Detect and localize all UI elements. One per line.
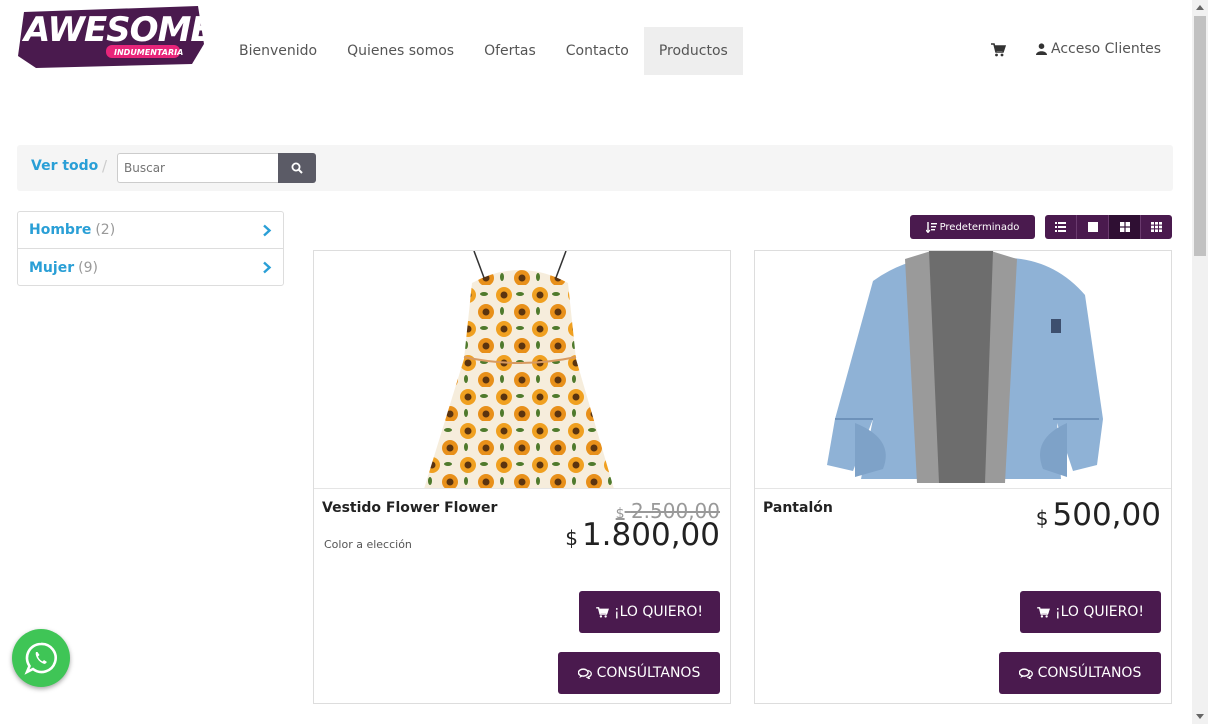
product-card: Vestido Flower Flower Color a elección $… bbox=[313, 250, 731, 704]
whatsapp-icon bbox=[24, 642, 57, 675]
comments-icon bbox=[1018, 667, 1033, 679]
consult-button[interactable]: CONSÚLTANOS bbox=[558, 652, 720, 694]
user-icon bbox=[1036, 43, 1047, 55]
main-nav: Bienvenido Quienes somos Ofertas Contact… bbox=[224, 27, 743, 75]
svg-text:INDUMENTARIA: INDUMENTARIA bbox=[114, 48, 183, 57]
buy-button-label: ¡LO QUIERO! bbox=[1055, 604, 1144, 620]
scroll-down-arrow-icon[interactable] bbox=[1196, 714, 1204, 719]
category-name: Mujer bbox=[29, 259, 75, 276]
product-price: $1.800,00 bbox=[565, 517, 720, 553]
comments-icon bbox=[577, 667, 592, 679]
page: AWESOME INDUMENTARIA Bienvenido Quienes … bbox=[0, 0, 1208, 724]
sort-icon bbox=[925, 221, 937, 233]
price-value: 500,00 bbox=[1052, 497, 1161, 533]
view-toggle-group bbox=[1045, 215, 1172, 239]
breadcrumb: Ver todo / bbox=[17, 145, 1173, 191]
consult-button[interactable]: CONSÚLTANOS bbox=[999, 652, 1161, 694]
nav-item-bienvenido[interactable]: Bienvenido bbox=[224, 27, 332, 75]
single-view-icon bbox=[1087, 222, 1098, 232]
grid-view-button[interactable] bbox=[1109, 215, 1141, 239]
breadcrumb-separator: / bbox=[102, 157, 108, 175]
buy-button[interactable]: ¡LO QUIERO! bbox=[1020, 591, 1161, 633]
buy-button-label: ¡LO QUIERO! bbox=[614, 604, 703, 620]
nav-item-ofertas[interactable]: Ofertas bbox=[469, 27, 551, 75]
category-item-hombre[interactable]: Hombre (2) bbox=[18, 212, 283, 249]
search-icon bbox=[291, 162, 303, 174]
sort-label: Predeterminado bbox=[939, 221, 1020, 233]
price-currency: $ bbox=[1035, 506, 1049, 530]
category-sidebar: Hombre (2) Mujer (9) bbox=[17, 211, 284, 286]
cart-icon bbox=[1037, 606, 1050, 618]
product-name[interactable]: Pantalón bbox=[763, 500, 833, 516]
price-currency: $ bbox=[565, 526, 578, 550]
sort-dropdown[interactable]: Predeterminado bbox=[910, 215, 1035, 239]
cart-icon bbox=[596, 606, 609, 618]
category-count: (2) bbox=[95, 222, 116, 238]
client-access-label: Acceso Clientes bbox=[1051, 41, 1162, 57]
nav-item-contacto[interactable]: Contacto bbox=[551, 27, 644, 75]
category-item-mujer[interactable]: Mujer (9) bbox=[18, 249, 283, 286]
product-image[interactable] bbox=[755, 251, 1171, 489]
nav-item-quienes-somos[interactable]: Quienes somos bbox=[332, 27, 469, 75]
product-price: $500,00 bbox=[1036, 497, 1161, 533]
single-view-button[interactable] bbox=[1077, 215, 1109, 239]
cart-icon[interactable] bbox=[990, 42, 1006, 58]
dense-grid-view-button[interactable] bbox=[1141, 215, 1172, 239]
scrollbar-thumb[interactable] bbox=[1194, 16, 1206, 256]
product-name[interactable]: Vestido Flower Flower bbox=[322, 500, 497, 516]
chevron-right-icon bbox=[263, 261, 272, 274]
category-name: Hombre bbox=[29, 222, 92, 238]
buy-button[interactable]: ¡LO QUIERO! bbox=[579, 591, 720, 633]
grid-view-icon bbox=[1119, 222, 1130, 232]
scroll-up-arrow-icon[interactable] bbox=[1196, 5, 1204, 10]
nav-item-productos[interactable]: Productos bbox=[643, 27, 743, 75]
product-card: Pantalón $500,00 ¡LO QUIERO! CONSÚLTANOS bbox=[754, 250, 1172, 704]
list-view-icon bbox=[1055, 222, 1066, 232]
search-input[interactable] bbox=[117, 153, 279, 183]
product-image[interactable] bbox=[314, 251, 730, 489]
dense-grid-view-icon bbox=[1151, 222, 1162, 232]
chevron-right-icon bbox=[263, 224, 272, 237]
consult-button-label: CONSÚLTANOS bbox=[596, 665, 701, 681]
client-access-link[interactable]: Acceso Clientes bbox=[1036, 41, 1161, 57]
breadcrumb-ver-todo[interactable]: Ver todo bbox=[31, 158, 98, 174]
brand-logo[interactable]: AWESOME INDUMENTARIA bbox=[16, 4, 204, 68]
search-button[interactable] bbox=[278, 153, 316, 183]
svg-text:AWESOME: AWESOME bbox=[21, 10, 204, 50]
consult-button-label: CONSÚLTANOS bbox=[1037, 665, 1142, 681]
whatsapp-button[interactable] bbox=[12, 629, 70, 687]
price-value: 1.800,00 bbox=[581, 517, 720, 553]
product-description: Color a elección bbox=[324, 538, 412, 551]
list-view-button[interactable] bbox=[1045, 215, 1077, 239]
category-count: (9) bbox=[78, 259, 98, 276]
